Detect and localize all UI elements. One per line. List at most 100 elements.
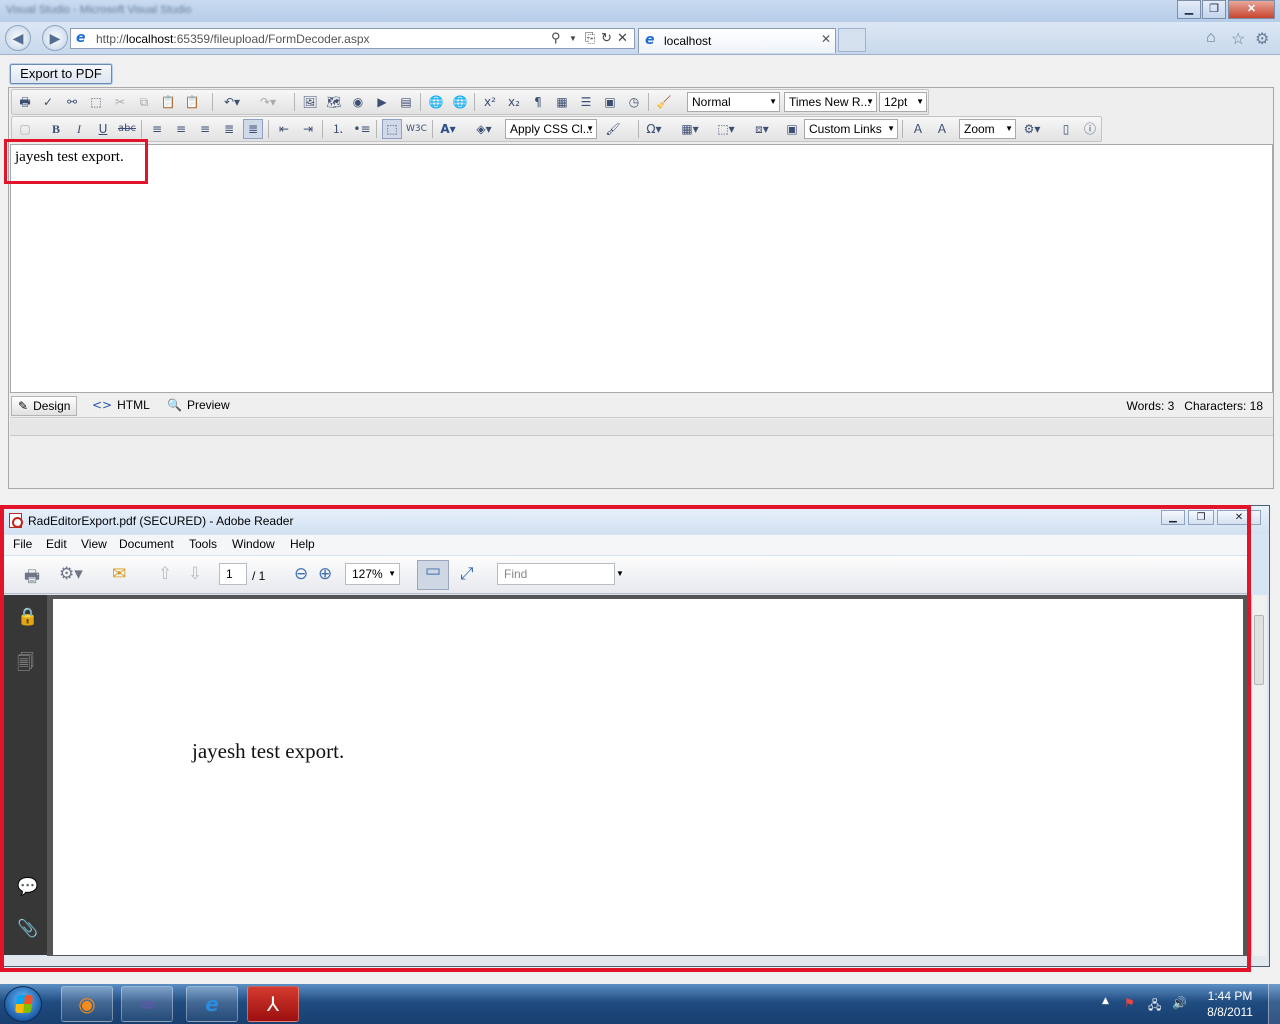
word-count: Words: 3 — [1126, 399, 1175, 413]
search-icon[interactable]: ⚲ — [551, 30, 561, 46]
module-manager-icon[interactable]: ⚙▾ — [1022, 119, 1042, 139]
paragraph-icon[interactable]: ¶ — [528, 92, 548, 112]
chevron-down-icon[interactable]: ▼ — [569, 34, 577, 43]
image-map-editor-icon[interactable]: ▣ — [782, 119, 802, 139]
background-color-icon[interactable]: ◈▾ — [474, 119, 494, 139]
paragraph-style-dropdown[interactable]: Normal ▼ — [687, 92, 780, 112]
insert-snippet-icon[interactable]: ⬚▾ — [716, 119, 736, 139]
document-manager-icon[interactable]: ▤ — [396, 92, 416, 112]
subscript-icon[interactable]: x₂ — [504, 92, 524, 112]
font-size-dropdown[interactable]: 12pt ▼ — [879, 92, 927, 112]
refresh-icon[interactable]: ↻ — [601, 30, 612, 46]
action-center-flag-icon[interactable]: ⚑ — [1124, 996, 1135, 1010]
insert-time-icon[interactable]: ◷ — [624, 92, 644, 112]
align-right-icon[interactable]: ≡ — [195, 119, 215, 139]
outdent-icon[interactable]: ⇤ — [274, 119, 294, 139]
format-painter-icon[interactable]: 🖌▾ — [603, 119, 623, 156]
taskbar-internet-explorer-icon[interactable]: e — [186, 986, 238, 1022]
toggle-fullscreen-icon[interactable]: ▯ — [1056, 119, 1076, 139]
cut-icon[interactable]: ✂ — [110, 92, 130, 112]
print-icon[interactable]: 🖶 — [15, 92, 35, 112]
insert-form-element-icon[interactable]: ⧈▾ — [752, 119, 772, 139]
toolbar-separator — [420, 93, 421, 111]
volume-icon[interactable]: 🔊 — [1172, 996, 1187, 1010]
bullet-list-icon[interactable]: •≡ — [352, 119, 372, 139]
align-left-icon[interactable]: ≡ — [147, 119, 167, 139]
remove-link-icon[interactable]: 🌐 — [450, 92, 470, 112]
about-icon[interactable]: ⓘ — [1080, 119, 1100, 139]
hyperlink-icon[interactable]: 🌐 — [426, 92, 446, 112]
apply-css-class-dropdown[interactable]: Apply CSS Cl... ▼ — [505, 119, 597, 139]
underline-icon[interactable]: U — [93, 119, 113, 139]
insert-date-icon[interactable]: ▦ — [552, 92, 572, 112]
close-button[interactable]: ✕ — [1228, 0, 1275, 19]
toggle-docking-icon[interactable]: ▢ — [15, 119, 35, 139]
flash-manager-icon[interactable]: ◉ — [348, 92, 368, 112]
minimize-button[interactable]: ▁ — [1177, 0, 1201, 19]
numbered-list-icon[interactable]: ⒈ — [328, 119, 348, 139]
align-center-icon[interactable]: ≡ — [171, 119, 191, 139]
toolbar-separator — [376, 120, 377, 138]
tab-html[interactable]: <> HTML — [86, 396, 156, 416]
italic-icon[interactable]: I — [69, 119, 89, 139]
find-replace-icon[interactable]: ⚯ — [62, 92, 82, 112]
start-button[interactable] — [4, 986, 42, 1022]
justify-icon[interactable]: ≣ — [219, 119, 239, 139]
adobe-window-highlight-box — [0, 505, 1251, 972]
paste-icon[interactable]: 📋 — [158, 92, 178, 112]
maximize-button[interactable]: ❐ — [1202, 0, 1226, 19]
copy-icon[interactable]: ⧉ — [134, 92, 154, 112]
show-hidden-icons-icon[interactable]: ▲ — [1102, 996, 1109, 1006]
tab-close-icon[interactable]: ✕ — [821, 32, 831, 46]
insert-symbol-icon[interactable]: Ω▾ — [644, 119, 664, 139]
zoom-dropdown[interactable]: Zoom ▼ — [959, 119, 1016, 139]
scrollbar-thumb[interactable] — [1254, 615, 1264, 685]
gear-icon[interactable]: ⚙ — [1255, 29, 1269, 49]
home-icon[interactable]: ⌂ — [1206, 29, 1216, 47]
editor-content-area[interactable]: jayesh test export. — [10, 144, 1273, 393]
horizontal-rule-icon[interactable]: ☰ — [576, 92, 596, 112]
tab-preview[interactable]: 🔍 Preview — [161, 396, 236, 416]
custom-links-dropdown[interactable]: Custom Links ▼ — [804, 119, 898, 139]
format-stripper-icon[interactable]: 🧹 — [654, 92, 674, 112]
show-borders-icon[interactable]: ⬚ — [382, 119, 402, 139]
strikethrough-icon[interactable]: abc — [117, 119, 137, 139]
tab-localhost[interactable]: e localhost ✕ — [638, 28, 836, 53]
image-manager-icon[interactable]: 🖼 — [300, 92, 320, 112]
paste-options-icon[interactable]: 📋▾ — [182, 92, 202, 129]
justify-none-icon[interactable]: ≣ — [243, 119, 263, 139]
stop-icon[interactable]: ✕ — [617, 30, 628, 46]
forward-button[interactable]: ▶ — [42, 25, 68, 51]
superscript-icon[interactable]: x² — [480, 92, 500, 112]
tab-design[interactable]: ✎ Design — [11, 396, 78, 416]
taskbar-adobe-reader-icon[interactable]: ⅄ — [247, 986, 299, 1022]
image-map-icon[interactable]: 🗺 — [324, 92, 344, 112]
xhtml-validator-icon[interactable]: W3C — [406, 119, 427, 139]
editor-text-highlight-box — [4, 139, 148, 184]
system-clock[interactable]: 1:44 PM 8/8/2011 — [1201, 988, 1259, 1020]
back-button[interactable]: ◀ — [5, 25, 31, 51]
font-name-dropdown[interactable]: Times New R... ▼ — [784, 92, 877, 112]
export-to-pdf-button[interactable]: Export to PDF — [10, 64, 112, 84]
media-manager-icon[interactable]: ▶ — [372, 92, 392, 112]
address-bar[interactable]: e http://localhost:65359/fileupload/Form… — [70, 28, 635, 49]
redo-icon[interactable]: ↷▾ — [258, 92, 278, 112]
convert-to-lower-icon[interactable]: Ａ — [908, 119, 928, 139]
compatibility-icon[interactable]: ⎘ — [585, 30, 595, 46]
convert-to-upper-icon[interactable]: Ａ — [932, 119, 952, 139]
indent-icon[interactable]: ⇥ — [298, 119, 318, 139]
new-tab-button[interactable] — [838, 28, 866, 52]
taskbar-firefox-icon[interactable]: ◉ — [61, 986, 113, 1022]
network-icon[interactable]: 🖧 — [1148, 996, 1161, 1017]
bold-icon[interactable]: B — [46, 119, 66, 139]
favorites-star-icon[interactable]: ☆ — [1231, 29, 1245, 49]
show-desktop-button[interactable] — [1268, 984, 1280, 1024]
taskbar-visual-studio-icon[interactable]: ∞ — [121, 986, 173, 1022]
spellcheck-icon[interactable]: ✓ — [38, 92, 58, 112]
insert-table-icon[interactable]: ▦▾ — [680, 119, 700, 139]
vertical-scrollbar[interactable] — [1251, 595, 1267, 957]
select-all-icon[interactable]: ⬚ — [86, 92, 106, 112]
font-color-icon[interactable]: A▾ — [438, 119, 458, 139]
template-icon[interactable]: ▣ — [600, 92, 620, 112]
undo-icon[interactable]: ↶▾ — [222, 92, 242, 112]
